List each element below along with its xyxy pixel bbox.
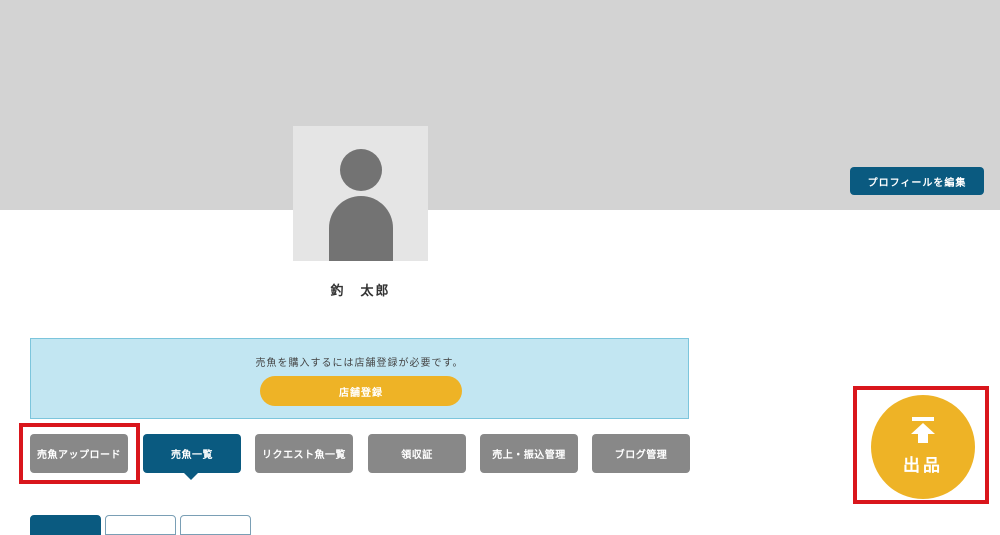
sub-tab-2[interactable] (105, 515, 176, 535)
sub-tab-3[interactable] (180, 515, 251, 535)
fab-label: 出品 (903, 456, 943, 476)
upload-icon (911, 417, 935, 443)
store-registration-notice: 売魚を購入するには店舗登録が必要です。 店舗登録 (30, 338, 689, 419)
tab-receipts[interactable]: 領収証 (368, 434, 466, 473)
list-item-fab-button[interactable]: 出品 (871, 395, 975, 499)
avatar-body-icon (329, 196, 393, 261)
tab-blog-management[interactable]: ブログ管理 (592, 434, 690, 473)
avatar (293, 126, 428, 261)
avatar-head-icon (340, 149, 382, 191)
notice-message: 売魚を購入するには店舗登録が必要です。 (255, 358, 464, 369)
active-tab-pointer (183, 472, 199, 480)
tab-fish-list[interactable]: 売魚一覧 (143, 434, 241, 473)
sub-tab-1[interactable] (30, 515, 101, 535)
edit-profile-button[interactable]: プロフィールを編集 (850, 167, 984, 195)
user-name: 釣 太郎 (330, 284, 391, 299)
tab-sales-transfer[interactable]: 売上・振込管理 (480, 434, 578, 473)
store-register-button[interactable]: 店舗登録 (260, 376, 462, 406)
tab-request-fish-list[interactable]: リクエスト魚一覧 (255, 434, 353, 473)
highlight-frame-upload-tab (19, 423, 140, 484)
